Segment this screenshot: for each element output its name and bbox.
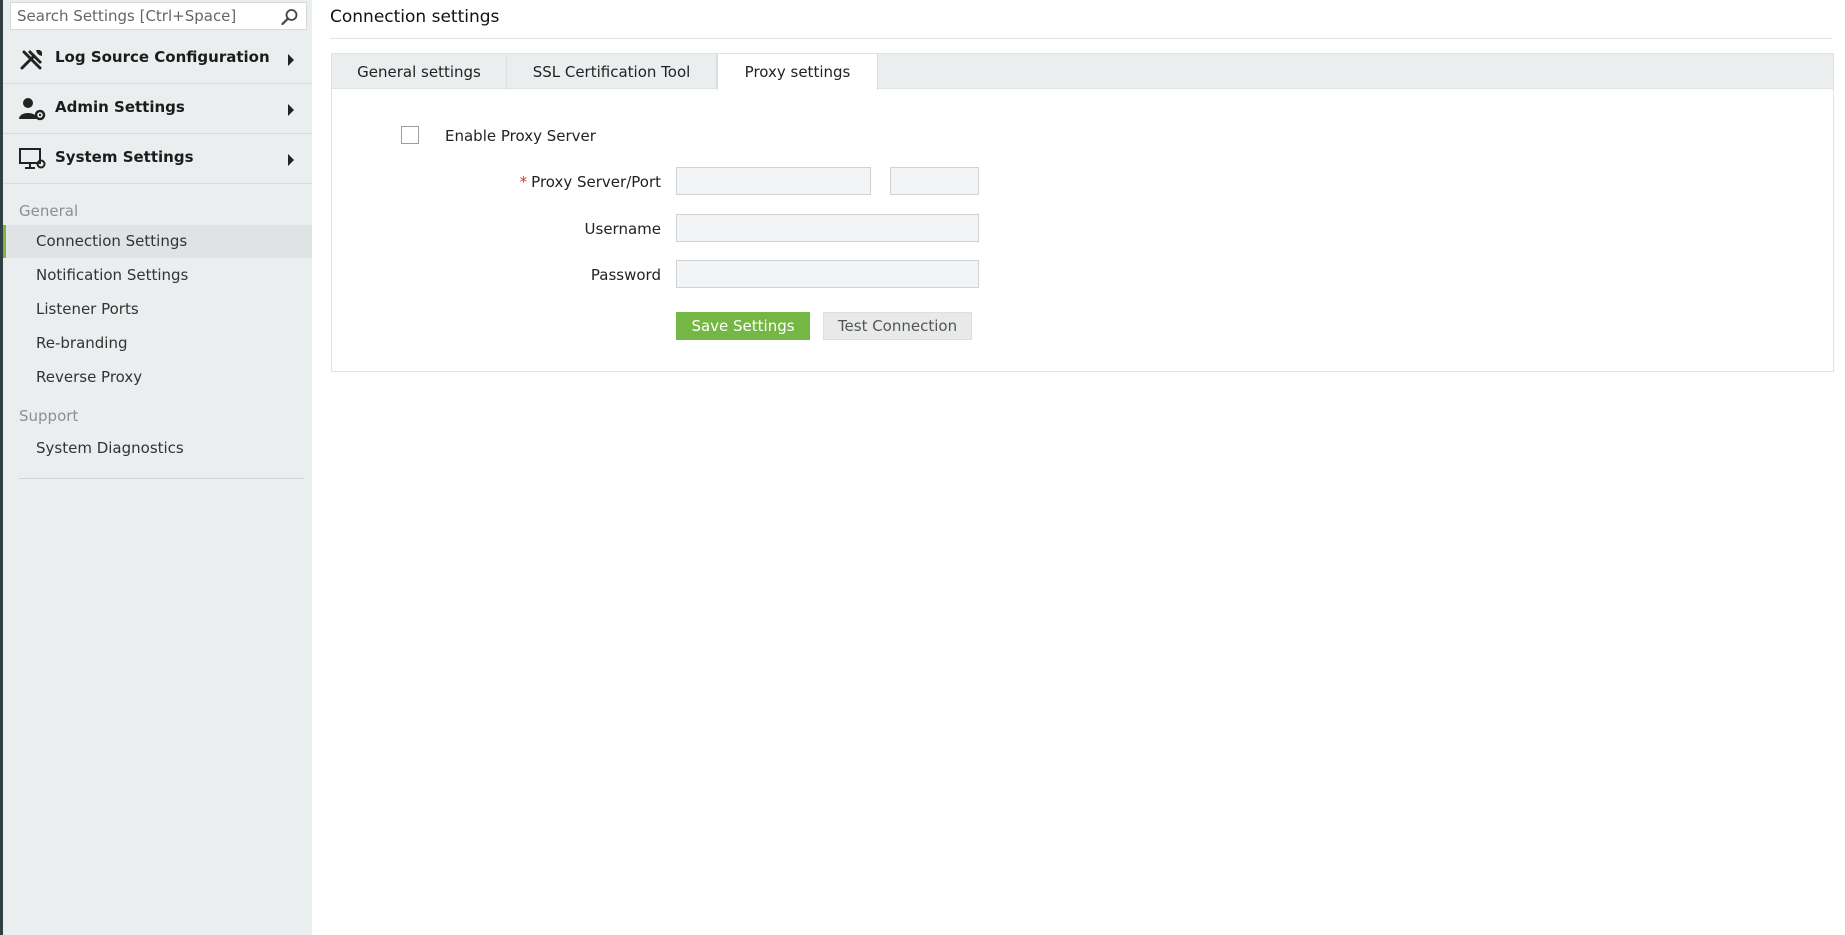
sidebar-divider bbox=[19, 478, 304, 479]
enable-proxy-label: Enable Proxy Server bbox=[445, 127, 596, 145]
menu-admin-settings[interactable]: Admin Settings bbox=[3, 84, 312, 134]
required-marker: * bbox=[519, 173, 528, 191]
title-divider bbox=[330, 38, 1832, 39]
caret-right-icon bbox=[288, 104, 294, 116]
password-label: Password bbox=[590, 266, 661, 284]
page-title: Connection settings bbox=[330, 7, 500, 27]
enable-proxy-checkbox[interactable] bbox=[401, 126, 419, 144]
caret-right-icon bbox=[288, 154, 294, 166]
section-heading-general: General bbox=[19, 202, 79, 220]
tab-general-settings[interactable]: General settings bbox=[332, 54, 507, 89]
proxy-port-input[interactable] bbox=[890, 167, 979, 195]
sidebar-item-re-branding[interactable]: Re-branding bbox=[3, 327, 312, 360]
proxy-server-input[interactable] bbox=[676, 167, 871, 195]
section-heading-support: Support bbox=[19, 407, 79, 425]
sidebar-item-label: System Diagnostics bbox=[36, 439, 184, 457]
menu-system-settings[interactable]: System Settings bbox=[3, 134, 312, 184]
sidebar-item-reverse-proxy[interactable]: Reverse Proxy bbox=[3, 361, 312, 394]
sidebar-item-label: Notification Settings bbox=[36, 266, 189, 284]
menu-label: Log Source Configuration bbox=[55, 48, 270, 66]
settings-sidebar: Log Source Configuration Admin Settings … bbox=[3, 0, 312, 935]
proxy-server-port-label-text: Proxy Server/Port bbox=[531, 173, 661, 191]
proxy-server-port-label: * Proxy Server/Port bbox=[461, 173, 661, 191]
password-input[interactable] bbox=[676, 260, 979, 288]
menu-log-source-configuration[interactable]: Log Source Configuration bbox=[3, 34, 312, 84]
tools-icon bbox=[20, 50, 42, 70]
menu-label: Admin Settings bbox=[55, 98, 185, 116]
sidebar-item-label: Reverse Proxy bbox=[36, 368, 143, 386]
tab-ssl-certification-tool[interactable]: SSL Certification Tool bbox=[507, 54, 717, 89]
sidebar-item-label: Listener Ports bbox=[36, 300, 139, 318]
caret-right-icon bbox=[288, 54, 294, 66]
sidebar-item-label: Connection Settings bbox=[36, 232, 188, 250]
sidebar-item-label: Re-branding bbox=[36, 334, 128, 352]
sidebar-item-connection-settings[interactable]: Connection Settings bbox=[3, 225, 312, 258]
sidebar-item-system-diagnostics[interactable]: System Diagnostics bbox=[3, 432, 312, 465]
sidebar-item-listener-ports[interactable]: Listener Ports bbox=[3, 293, 312, 326]
tab-proxy-settings[interactable]: Proxy settings bbox=[717, 54, 878, 90]
settings-search-input[interactable] bbox=[11, 3, 266, 29]
settings-panel: General settings SSL Certification Tool … bbox=[331, 53, 1834, 372]
search-icon[interactable] bbox=[281, 8, 299, 26]
test-connection-button[interactable]: Test Connection bbox=[823, 312, 972, 340]
menu-label: System Settings bbox=[55, 148, 194, 166]
username-input[interactable] bbox=[676, 214, 979, 242]
admin-gear-icon bbox=[19, 98, 46, 121]
save-settings-button[interactable]: Save Settings bbox=[676, 312, 810, 340]
monitor-settings-icon bbox=[19, 148, 46, 169]
username-label: Username bbox=[584, 220, 661, 238]
sidebar-item-notification-settings[interactable]: Notification Settings bbox=[3, 259, 312, 292]
tab-bar: General settings SSL Certification Tool … bbox=[332, 54, 1833, 90]
settings-search bbox=[10, 2, 307, 30]
